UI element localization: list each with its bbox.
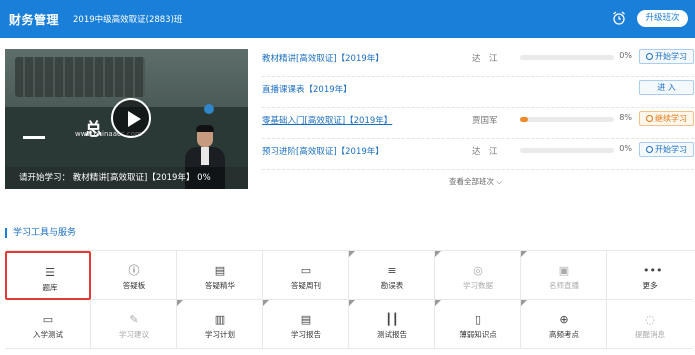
tool-study-report[interactable]: ▤ 学习报告: [263, 300, 349, 349]
progress-bar: [520, 117, 614, 122]
tool-hot-topics[interactable]: ⊕ 高频考点: [521, 300, 607, 349]
course-row: 零基础入门[高效取证]【2019年】 贾国军 8% 继续学习: [262, 108, 694, 139]
course-title[interactable]: 预习进阶[高效取证]【2019年】: [262, 145, 384, 157]
upgrade-class-button[interactable]: 升级班次: [637, 10, 688, 27]
play-circle-icon: [646, 146, 653, 153]
monitor-icon: ▭: [42, 313, 54, 326]
edit-icon: ✎: [129, 313, 139, 326]
course-row: 教材精讲[高效取证]【2019年】 达 江 0% 开始学习: [262, 46, 694, 77]
message-icon: ◌: [645, 313, 655, 326]
top-header: 财务管理 2019中级高效取证(2883)班 升级班次: [0, 0, 695, 38]
tool-weak-points[interactable]: ▯ 薄弱知识点: [435, 300, 521, 349]
tools-section-title: 学习工具与服务: [5, 228, 76, 238]
class-name: 2019中级高效取证(2883)班: [73, 15, 183, 25]
video-caption: 请开始学习： 教材精讲[高效取证]【2019年】 0%: [5, 167, 248, 189]
bar-chart-icon: ┃┃: [385, 313, 399, 326]
view-all-classes-link[interactable]: 查看全部班次 ⌵: [449, 176, 502, 187]
camera-icon: ▣: [558, 264, 570, 277]
book-icon: ▤: [214, 264, 226, 277]
tools-grid: ☰ 题库 ⓘ 答疑板 ▤ 答疑精华 ▭ 答疑周刊 ≡ 勘误表 ◎ 学习数据 ▣ 名师直播 ••…: [5, 250, 695, 355]
play-circle-icon: [646, 115, 653, 122]
tool-live-teacher[interactable]: ▣ 名师直播: [521, 251, 607, 300]
progress-bar: [520, 55, 614, 60]
enter-button[interactable]: 进 入: [639, 80, 694, 95]
calendar-icon: ▥: [214, 313, 226, 326]
continue-study-button[interactable]: 继续学习: [639, 111, 694, 126]
book-icon: ▯: [474, 313, 482, 326]
tool-study-data[interactable]: ◎ 学习数据: [435, 251, 521, 300]
tool-study-advice[interactable]: ✎ 学习建议: [91, 300, 177, 349]
course-teacher: 达 江: [472, 147, 498, 157]
course-title[interactable]: 教材精讲[高效取证]【2019年】: [262, 52, 384, 64]
tool-errata[interactable]: ≡ 勘误表: [349, 251, 435, 300]
crosshair-icon: ⊕: [559, 313, 569, 326]
tool-study-plan[interactable]: ▥ 学习计划: [177, 300, 263, 349]
course-row: 直播课课表【2019年】 进 入: [262, 77, 694, 108]
course-row: 预习进阶[高效取证]【2019年】 达 江 0% 开始学习: [262, 139, 694, 170]
course-teacher: 达 江: [472, 54, 498, 64]
tool-reminders[interactable]: ◌ 提醒消息: [607, 300, 693, 349]
tool-question-bank[interactable]: ☰ 题库: [5, 251, 91, 300]
play-icon[interactable]: [111, 98, 151, 138]
progress-percent: 8%: [619, 113, 632, 122]
document-icon: ▭: [300, 264, 312, 277]
video-keyboard-decoration: [15, 57, 145, 97]
tool-qa-essence[interactable]: ▤ 答疑精华: [177, 251, 263, 300]
course-brand: 财务管理: [9, 13, 60, 27]
play-circle-icon: [646, 53, 653, 60]
progress-percent: 0%: [619, 144, 632, 153]
more-icon: •••: [643, 264, 663, 277]
start-study-button[interactable]: 开始学习: [639, 142, 694, 157]
tool-entrance-test[interactable]: ▭ 入学测试: [5, 300, 91, 349]
progress-bar: [520, 148, 614, 153]
tool-qa-board[interactable]: ⓘ 答疑板: [91, 251, 177, 300]
list-icon: ≡: [387, 264, 397, 277]
tool-more[interactable]: ••• 更多: [607, 251, 693, 300]
video-player[interactable]: 总 www.chinaacc.com 请开始学习： 教材精讲[高效取证]【201…: [5, 49, 248, 189]
video-logo-icon: [204, 104, 214, 114]
board-dash: [23, 136, 45, 139]
course-title[interactable]: 直播课课表【2019年】: [262, 83, 352, 95]
tool-qa-weekly[interactable]: ▭ 答疑周刊: [263, 251, 349, 300]
start-study-button[interactable]: 开始学习: [639, 49, 694, 64]
question-icon: ⓘ: [128, 264, 140, 277]
progress-percent: 0%: [619, 51, 632, 60]
alarm-clock-icon[interactable]: [612, 11, 626, 25]
report-icon: ▤: [300, 313, 312, 326]
tool-test-report[interactable]: ┃┃ 测试报告: [349, 300, 435, 349]
target-icon: ◎: [473, 264, 483, 277]
list-icon: ☰: [45, 266, 55, 279]
course-title[interactable]: 零基础入门[高效取证]【2019年】: [262, 114, 392, 126]
course-teacher: 贾国军: [472, 116, 498, 126]
